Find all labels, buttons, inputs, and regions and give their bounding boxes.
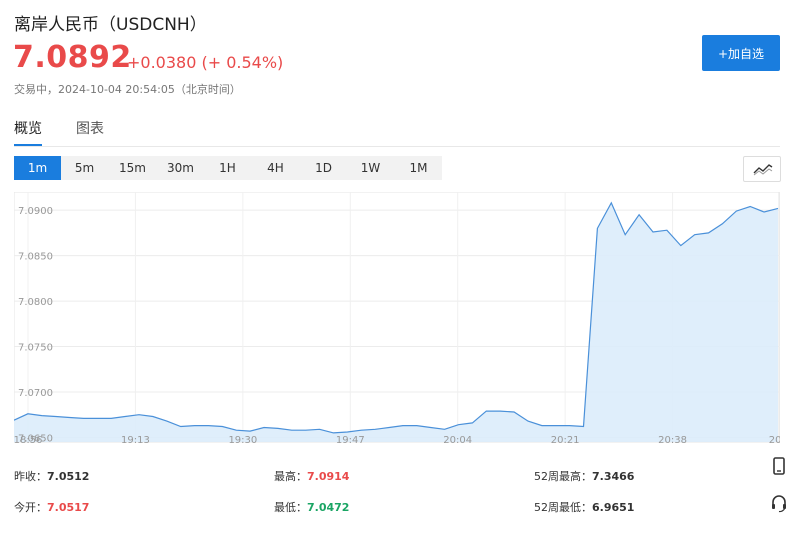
x-tick-label: 19:30 — [228, 435, 257, 446]
stat-value: 7.0472 — [307, 501, 350, 514]
stat-label: 最高： — [274, 470, 307, 483]
stat-label: 昨收： — [14, 470, 47, 483]
price-change: +0.0380 (+ 0.54%) — [127, 53, 284, 72]
x-tick-label: 18:56 — [14, 435, 42, 446]
interval-1h[interactable]: 1H — [204, 156, 251, 180]
line-chart-icon — [753, 164, 773, 176]
headset-icon[interactable] — [768, 492, 790, 514]
mobile-icon[interactable] — [768, 455, 790, 477]
stats-panel: 昨收：7.0512 最高：7.0914 52周最高：7.3466 今开：7.05… — [0, 458, 800, 533]
tab-overview[interactable]: 概览 — [14, 118, 42, 146]
stat-label: 最低： — [274, 501, 307, 514]
stat-low: 最低：7.0472 — [274, 499, 349, 515]
x-tick-label: 19:13 — [121, 435, 150, 446]
stat-open: 今开：7.0517 — [14, 499, 89, 515]
stat-label: 52周最高： — [534, 470, 592, 483]
series-area — [14, 202, 778, 442]
y-tick-label: 7.0850 — [18, 252, 53, 263]
y-tick-label: 7.0750 — [18, 343, 53, 354]
y-tick-label: 7.0700 — [18, 388, 53, 399]
x-tick-label: 20:5 — [769, 435, 780, 446]
current-price: 7.0892 — [13, 40, 132, 75]
stat-value: 7.0512 — [47, 470, 90, 483]
stat-value: 7.3466 — [592, 470, 635, 483]
chart-type-button[interactable] — [743, 156, 781, 182]
interval-1d[interactable]: 1D — [300, 156, 347, 180]
interval-1m[interactable]: 1m — [14, 156, 61, 180]
stat-52w-low: 52周最低：6.9651 — [534, 499, 634, 515]
x-tick-label: 20:38 — [658, 435, 687, 446]
x-tick-label: 20:04 — [443, 435, 472, 446]
interval-15m[interactable]: 15m — [109, 156, 156, 180]
stat-52w-high: 52周最高：7.3466 — [534, 468, 634, 484]
stat-label: 今开： — [14, 501, 47, 514]
stat-prev-close: 昨收：7.0512 — [14, 468, 89, 484]
x-tick-label: 19:47 — [336, 435, 365, 446]
interval-1w[interactable]: 1W — [347, 156, 394, 180]
y-tick-label: 7.0900 — [18, 206, 53, 217]
trading-status: 交易中，2024-10-04 20:54:05（北京时间） — [14, 83, 241, 96]
stat-value: 7.0914 — [307, 470, 350, 483]
interval-selector: 1m 5m 15m 30m 1H 4H 1D 1W 1M — [14, 156, 442, 180]
interval-1mo[interactable]: 1M — [395, 156, 442, 180]
stat-value: 7.0517 — [47, 501, 90, 514]
price-chart[interactable]: 7.09007.08507.08007.07507.07007.065018:5… — [14, 192, 780, 454]
interval-30m[interactable]: 30m — [157, 156, 204, 180]
page-title: 离岸人民币（USDCNH） — [14, 15, 207, 35]
x-tick-label: 20:21 — [551, 435, 580, 446]
y-tick-label: 7.0800 — [18, 297, 53, 308]
stat-value: 6.9651 — [592, 501, 635, 514]
interval-5m[interactable]: 5m — [61, 156, 108, 180]
stat-label: 52周最低： — [534, 501, 592, 514]
stat-high: 最高：7.0914 — [274, 468, 349, 484]
add-to-watchlist-button[interactable]: +加自选 — [702, 35, 780, 71]
interval-4h[interactable]: 4H — [252, 156, 299, 180]
tab-bar: 概览 图表 — [14, 118, 780, 147]
tab-chart[interactable]: 图表 — [76, 118, 104, 144]
